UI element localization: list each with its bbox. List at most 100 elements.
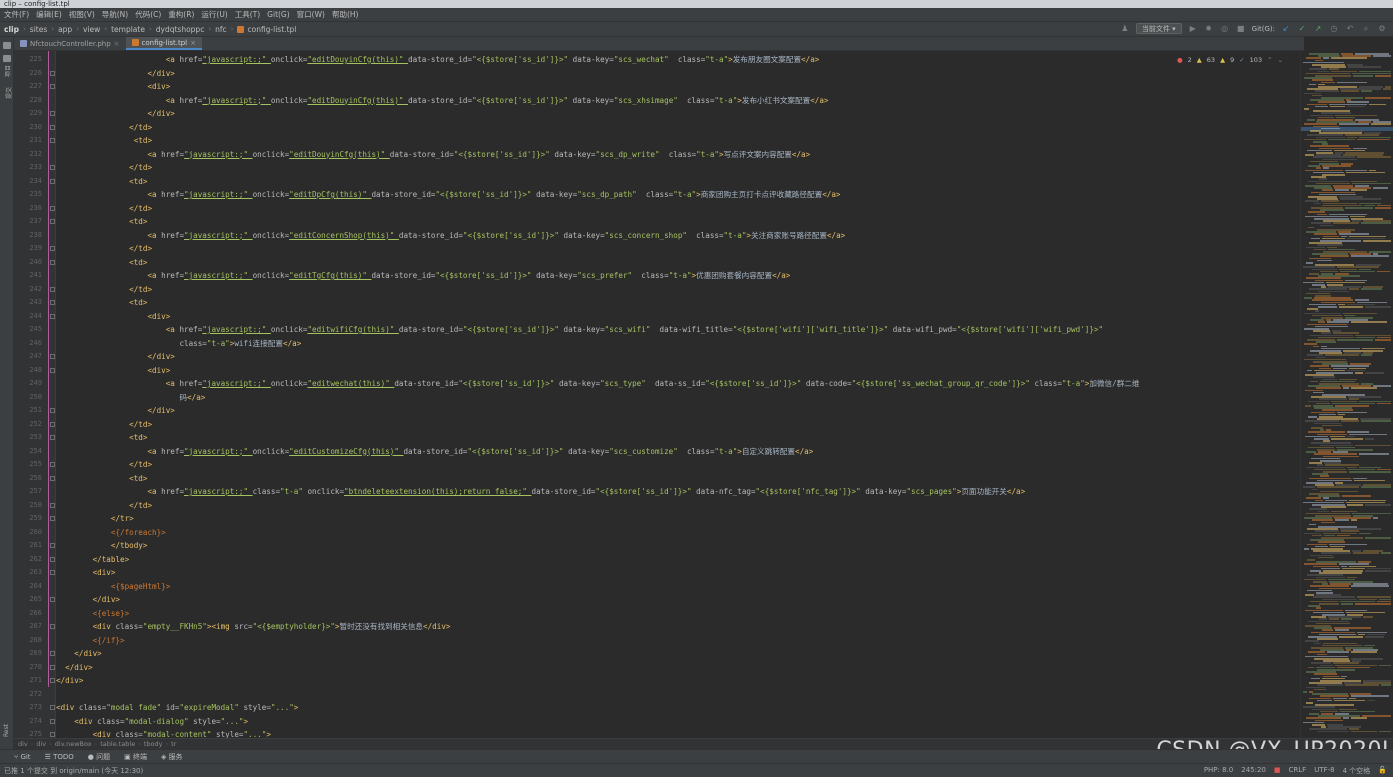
fold-marker[interactable] <box>50 313 55 319</box>
code-line[interactable]: </td> <box>56 499 1139 513</box>
fold-marker[interactable] <box>50 219 55 224</box>
file-encoding[interactable]: UTF-8 <box>1314 766 1334 776</box>
menu-window[interactable]: 窗口(W) <box>297 9 325 20</box>
code-line[interactable]: class="t-a">wifi连接配置</a> <box>56 337 1139 351</box>
tab-config-list[interactable]: config-list.tpl × <box>125 37 202 50</box>
breadcrumb-item[interactable]: dydqtshoppc <box>156 25 205 34</box>
code-line[interactable]: <a href="javascript:;" onclick="editTgCf… <box>56 269 1139 283</box>
code-line[interactable]: </div> <box>56 647 1139 661</box>
fold-marker[interactable] <box>50 516 55 521</box>
breadcrumb-file[interactable]: config-list.tpl <box>247 25 296 34</box>
rollback-icon[interactable]: ↶ <box>1345 24 1355 34</box>
menu-tools[interactable]: 工具(T) <box>235 9 260 20</box>
debug-icon[interactable]: ✹ <box>1204 24 1214 34</box>
tool-problems[interactable]: ● 问题 <box>88 752 110 762</box>
history-icon[interactable]: ◷ <box>1329 24 1339 34</box>
close-icon[interactable]: × <box>190 39 196 47</box>
fold-marker[interactable] <box>50 475 55 481</box>
php-version[interactable]: PHP: 8.0 <box>1204 766 1233 776</box>
menu-help[interactable]: 帮助(H) <box>332 9 359 20</box>
code-content[interactable]: <a href="javascript:;" onclick="editDouy… <box>56 53 1139 738</box>
path-item[interactable]: table.table <box>100 740 135 748</box>
coverage-icon[interactable]: ◎ <box>1220 24 1230 34</box>
code-line[interactable]: <div> <box>56 310 1139 324</box>
code-line[interactable]: <td> <box>56 134 1139 148</box>
fold-marker[interactable] <box>50 678 55 683</box>
code-line[interactable]: <a href="javascript:;" onclick="editDpCf… <box>56 188 1139 202</box>
fold-marker[interactable] <box>50 286 55 292</box>
code-line[interactable]: <td> <box>56 431 1139 445</box>
code-line[interactable]: <td> <box>56 296 1139 310</box>
fold-marker[interactable] <box>50 408 55 413</box>
line-separator[interactable]: CRLF <box>1289 766 1307 776</box>
code-line[interactable]: <a href="javascript:;" onclick="editConc… <box>56 229 1139 243</box>
fold-marker[interactable] <box>50 165 55 170</box>
code-line[interactable]: <{else}> <box>56 607 1139 621</box>
code-line[interactable]: </div> <box>56 593 1139 607</box>
code-line[interactable]: <div class="modal fade" id="expireModal"… <box>56 701 1139 715</box>
fold-marker[interactable] <box>50 259 55 265</box>
code-line[interactable]: <div> <box>56 364 1139 378</box>
code-line[interactable]: </tbody> <box>56 539 1139 553</box>
code-line[interactable]: <{/if}> <box>56 634 1139 648</box>
fold-marker[interactable] <box>50 354 55 359</box>
code-line[interactable]: </td> <box>56 161 1139 175</box>
fold-marker[interactable] <box>50 718 55 724</box>
menu-refactor[interactable]: 重构(R) <box>168 9 194 20</box>
code-line[interactable]: </div> <box>56 350 1139 364</box>
fold-marker[interactable] <box>50 651 55 656</box>
code-line[interactable]: <a href="javascript:;" onclick="editDouy… <box>56 94 1139 108</box>
menu-edit[interactable]: 编辑(E) <box>36 9 62 20</box>
menu-run[interactable]: 运行(U) <box>201 9 227 20</box>
code-line[interactable]: </td> <box>56 458 1139 472</box>
fold-marker[interactable] <box>50 205 55 211</box>
run-icon[interactable]: ▶ <box>1188 24 1198 34</box>
line-number-gutter[interactable]: 225 226 227 228 229 230 231 232 233 234 235 236 237 2… <box>14 51 56 738</box>
fold-marker[interactable] <box>50 421 55 427</box>
stop-icon[interactable]: ■ <box>1236 24 1246 34</box>
git-commit-icon[interactable]: ✓ <box>1297 24 1307 34</box>
breadcrumb-item[interactable]: view <box>83 25 100 34</box>
fold-marker[interactable] <box>50 300 55 305</box>
code-line[interactable]: <td> <box>56 215 1139 229</box>
code-line[interactable]: <{$pageHtml}> <box>56 580 1139 594</box>
fold-marker[interactable] <box>50 732 55 737</box>
project-tool-label[interactable]: 项目 <box>3 65 12 77</box>
path-item[interactable]: div <box>36 740 46 748</box>
fold-marker[interactable] <box>50 664 55 670</box>
settings-icon[interactable]: ⚙ <box>1377 24 1387 34</box>
commit-tool-label[interactable]: 提交 <box>4 87 13 99</box>
code-line[interactable]: </div> <box>56 674 1139 688</box>
path-item[interactable]: div <box>18 740 28 748</box>
close-icon[interactable]: × <box>114 40 120 48</box>
code-line[interactable]: <td> <box>56 256 1139 270</box>
fold-marker[interactable] <box>50 462 55 467</box>
code-line[interactable]: <div> <box>56 566 1139 580</box>
fold-marker[interactable] <box>50 367 55 373</box>
code-line[interactable]: <a href="javascript:;" onclick="editDouy… <box>56 148 1139 162</box>
code-line[interactable]: <div class="modal-dialog" style="..."> <box>56 715 1139 729</box>
code-line[interactable]: <{/foreach}> <box>56 526 1139 540</box>
code-line[interactable]: 码</a> <box>56 391 1139 405</box>
fold-marker[interactable] <box>50 502 55 508</box>
code-line[interactable]: </div> <box>56 404 1139 418</box>
menu-file[interactable]: 文件(F) <box>4 9 29 20</box>
breadcrumb-item[interactable]: nfc <box>215 25 227 34</box>
lock-icon[interactable]: 🔓 <box>1378 766 1387 776</box>
code-line[interactable]: <td> <box>56 175 1139 189</box>
code-line[interactable]: </td> <box>56 242 1139 256</box>
git-update-icon[interactable]: ↙ <box>1281 24 1291 34</box>
code-line[interactable]: <a href="javascript:;" onclick="editCust… <box>56 445 1139 459</box>
menu-code[interactable]: 代码(C) <box>135 9 161 20</box>
project-tool-icon[interactable] <box>3 42 11 49</box>
menu-navigate[interactable]: 导航(N) <box>102 9 128 20</box>
fold-marker[interactable] <box>50 70 55 76</box>
caret-position[interactable]: 245:20 <box>1241 766 1266 776</box>
breadcrumb-item[interactable]: app <box>58 25 72 34</box>
fold-marker[interactable] <box>50 597 55 602</box>
menu-view[interactable]: 视图(V) <box>69 9 95 20</box>
code-line[interactable]: </div> <box>56 67 1139 81</box>
fold-marker[interactable] <box>50 556 55 562</box>
code-line[interactable]: </td> <box>56 202 1139 216</box>
code-line[interactable]: <div> <box>56 80 1139 94</box>
